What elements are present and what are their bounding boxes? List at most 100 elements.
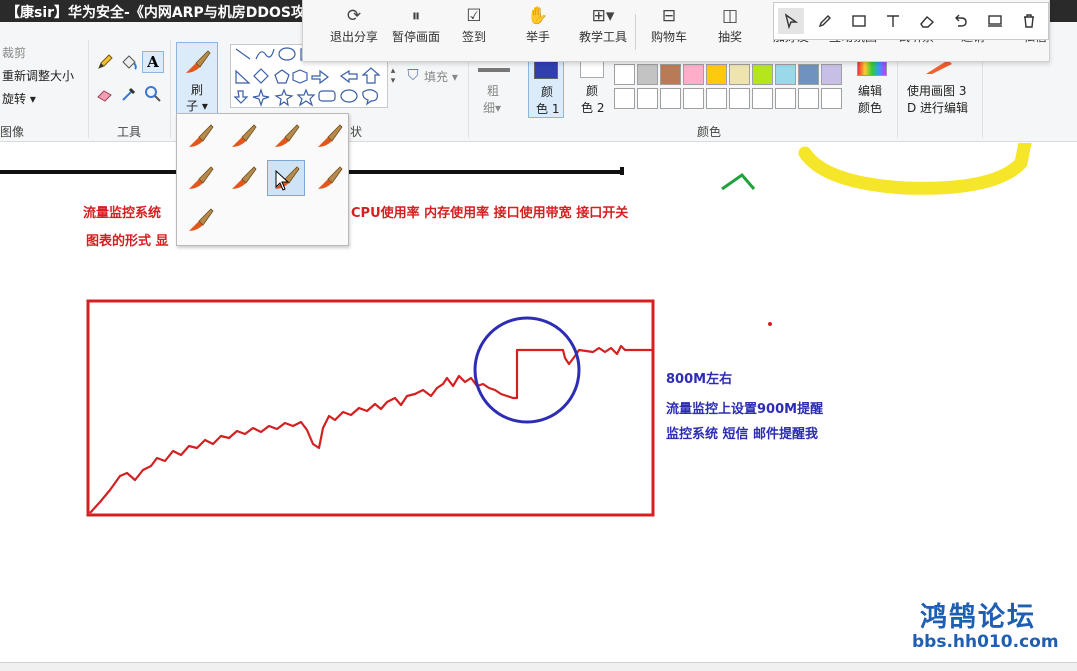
palette-swatch[interactable] bbox=[614, 64, 635, 85]
crayon-icon[interactable] bbox=[224, 160, 262, 196]
color1-swatch bbox=[534, 59, 558, 79]
pen-icon[interactable] bbox=[812, 8, 838, 34]
highlight-circle bbox=[473, 316, 581, 424]
pause-screen-button[interactable]: ⏸ 暂停画面 bbox=[387, 4, 445, 45]
tools-group-label: 工具 bbox=[117, 125, 142, 139]
rectangle-icon[interactable] bbox=[846, 8, 872, 34]
checkin-icon: ☑ bbox=[466, 6, 482, 26]
cart-button[interactable]: ⊟ 购物车 bbox=[645, 4, 693, 45]
annotation-900m-alert: 流量监控上设置900M提醒 bbox=[666, 402, 824, 417]
size-label-1: 粗 bbox=[487, 84, 500, 98]
image-group-label: 图像 bbox=[0, 125, 25, 139]
eraser-icon[interactable] bbox=[95, 84, 115, 104]
palette-swatch[interactable] bbox=[729, 88, 750, 109]
palette-swatch[interactable] bbox=[660, 64, 681, 85]
green-star-drawing bbox=[721, 172, 756, 191]
palette-swatch[interactable] bbox=[798, 64, 819, 85]
edit-colors-label-1[interactable]: 编辑 bbox=[858, 82, 882, 99]
checkin-button[interactable]: ☑ 签到 bbox=[451, 4, 497, 45]
watercolor-brush-icon[interactable] bbox=[181, 202, 219, 238]
palette-swatch[interactable] bbox=[706, 88, 727, 109]
crop-button[interactable]: 裁剪 bbox=[2, 44, 26, 61]
color1-label-1: 颜 bbox=[541, 85, 554, 99]
cart-icon: ⊟ bbox=[661, 6, 677, 26]
text-icon[interactable] bbox=[880, 8, 906, 34]
colors-group-label: 颜色 bbox=[697, 125, 722, 139]
palette-swatch[interactable] bbox=[683, 64, 704, 85]
eraser-tool-icon[interactable] bbox=[914, 8, 940, 34]
pause-icon: ⏸ bbox=[411, 6, 421, 26]
brushes-button[interactable]: 刷 子 ▾ bbox=[176, 42, 218, 116]
drawn-black-line-end bbox=[620, 167, 624, 175]
red-dot bbox=[768, 322, 772, 326]
palette-swatch[interactable] bbox=[614, 88, 635, 109]
note-monitoring-system: 流量监控系统 bbox=[83, 206, 162, 221]
palette-swatch[interactable] bbox=[683, 88, 704, 109]
teaching-tools-label: 教学工具 bbox=[578, 30, 627, 44]
brush-dropdown bbox=[176, 113, 349, 246]
color-picker-icon[interactable] bbox=[119, 84, 139, 104]
airbrush-icon[interactable] bbox=[310, 118, 348, 154]
rotate-label: 旋转 bbox=[2, 92, 27, 106]
palette-swatch[interactable] bbox=[660, 88, 681, 109]
rotate-button[interactable]: 旋转 ▾ bbox=[2, 90, 36, 107]
text-tool-icon[interactable]: A bbox=[142, 51, 164, 73]
magnifier-icon[interactable] bbox=[143, 84, 163, 104]
screen-icon[interactable] bbox=[982, 8, 1008, 34]
cart-label: 购物车 bbox=[650, 30, 687, 44]
teaching-tools-button[interactable]: ⊞▾ 教学工具 bbox=[571, 4, 635, 45]
watermark-url: bbs.hh010.com bbox=[912, 632, 1059, 652]
natural-pencil-icon[interactable] bbox=[310, 160, 348, 196]
edit-colors-label-2[interactable]: 颜色 bbox=[858, 99, 882, 116]
palette-swatch[interactable] bbox=[637, 64, 658, 85]
palette-swatch[interactable] bbox=[821, 64, 842, 85]
fill-bucket-icon[interactable] bbox=[119, 52, 139, 72]
calligraphy-brush-1-icon[interactable] bbox=[224, 118, 262, 154]
palette-swatch[interactable] bbox=[798, 88, 819, 109]
traffic-chart-drawing bbox=[86, 299, 655, 517]
calligraphy-brush-2-icon[interactable] bbox=[267, 118, 305, 154]
annotation-toolbar bbox=[773, 2, 1049, 40]
color1-label-2: 色 1 bbox=[536, 102, 560, 116]
note-metrics: CPU使用率 内存使用率 接口使用带宽 接口开关 bbox=[351, 206, 629, 221]
app-window: 【康sir】华为安全-《内网ARP与机房DDOS攻击防御技术》.mp4 裁剪 重… bbox=[0, 0, 1077, 671]
fill-button[interactable]: 填充 ▾ bbox=[424, 68, 458, 85]
mouse-cursor-icon bbox=[275, 169, 293, 192]
palette-swatch[interactable] bbox=[752, 64, 773, 85]
palette-swatch[interactable] bbox=[729, 64, 750, 85]
yellow-stroke-drawing bbox=[798, 143, 1032, 195]
lottery-label: 抽奖 bbox=[717, 30, 742, 44]
brush-icon bbox=[182, 47, 212, 77]
paint3d-label-1[interactable]: 使用画图 3 bbox=[907, 82, 966, 99]
checkin-label: 签到 bbox=[461, 30, 486, 44]
delete-icon[interactable] bbox=[1016, 8, 1042, 34]
lottery-button[interactable]: ◫ 抽奖 bbox=[707, 4, 753, 45]
palette-swatch[interactable] bbox=[706, 64, 727, 85]
exit-share-label: 退出分享 bbox=[329, 30, 378, 44]
palette-swatch[interactable] bbox=[775, 64, 796, 85]
pointer-icon[interactable] bbox=[778, 8, 804, 34]
resize-button[interactable]: 重新调整大小 bbox=[2, 67, 74, 84]
watermark-logo-text: 鸿鹄论坛 bbox=[920, 602, 1036, 633]
palette-swatch[interactable] bbox=[821, 88, 842, 109]
annotation-sms-email: 监控系统 短信 邮件提醒我 bbox=[666, 427, 819, 442]
brushes-label-1: 刷 bbox=[190, 83, 203, 97]
palette-swatch[interactable] bbox=[752, 88, 773, 109]
undo-icon[interactable] bbox=[948, 8, 974, 34]
color2-label-1: 颜 bbox=[586, 84, 599, 98]
size-line-icon bbox=[478, 68, 510, 72]
pause-screen-label: 暂停画面 bbox=[391, 30, 440, 44]
annotation-800m: 800M左右 bbox=[666, 372, 733, 387]
palette-swatch[interactable] bbox=[775, 88, 796, 109]
lottery-icon: ◫ bbox=[721, 6, 739, 26]
pencil-icon[interactable] bbox=[95, 52, 115, 72]
paint3d-label-2[interactable]: D 进行编辑 bbox=[907, 99, 968, 116]
ribbon-separator bbox=[170, 40, 171, 138]
palette-swatch[interactable] bbox=[637, 88, 658, 109]
raise-hand-button[interactable]: ✋ 举手 bbox=[515, 4, 561, 45]
size-button[interactable]: 细▾ bbox=[483, 99, 501, 116]
oil-brush-icon[interactable] bbox=[181, 160, 219, 196]
paint-canvas[interactable]: 流量监控系统 CPU使用率 内存使用率 接口使用带宽 接口开关 图表的形式 显 … bbox=[0, 143, 1077, 665]
exit-share-button[interactable]: ⟳ 退出分享 bbox=[325, 4, 383, 45]
brush-style-icon[interactable] bbox=[181, 118, 219, 154]
